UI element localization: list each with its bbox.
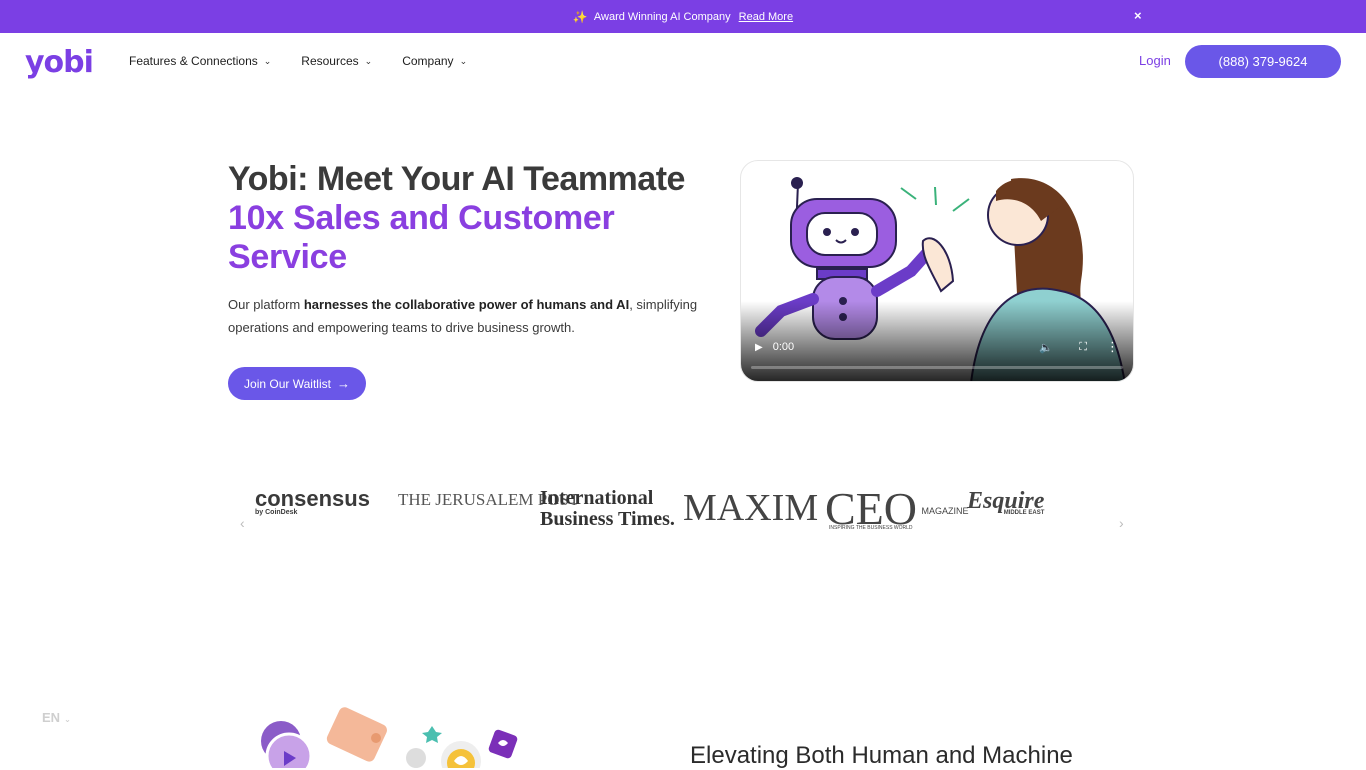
magazine-text: MAGAZINE bbox=[921, 506, 969, 516]
join-waitlist-button[interactable]: Join Our Waitlist → bbox=[228, 367, 366, 400]
chevron-down-icon: ⌄ bbox=[263, 55, 272, 66]
magic-wand-icon: ✨ bbox=[572, 9, 588, 24]
top-nav: yobi Features & Connections ⌄ Resources ⌄ … bbox=[0, 33, 1366, 90]
announcement-bar: ✨ Award Winning AI Company Read More × bbox=[0, 0, 1366, 33]
hero-title: Yobi: Meet Your AI Teammate bbox=[228, 160, 685, 198]
close-icon[interactable]: × bbox=[1134, 8, 1144, 23]
phone-button[interactable]: (888) 379-9624 bbox=[1185, 45, 1341, 78]
chevron-right-icon[interactable]: › bbox=[1119, 515, 1124, 531]
video-progress-bar[interactable] bbox=[751, 366, 1123, 369]
volume-icon[interactable]: 🔈 bbox=[1039, 341, 1053, 354]
menu-label: Resources bbox=[301, 54, 359, 68]
ceo-magazine-logo: CEO MAGAZINE INSPIRING THE BUSINESS WORL… bbox=[825, 482, 969, 534]
hero-video[interactable]: ▶ 0:00 🔈 ⛶ ⋮ bbox=[740, 160, 1134, 382]
announcement-text: Award Winning AI Company bbox=[593, 10, 731, 23]
hero-subtitle: 10x Sales and Customer Service bbox=[228, 199, 615, 276]
hero-description: Our platform harnesses the collaborative… bbox=[228, 293, 698, 339]
video-controls: ▶ 0:00 🔈 ⛶ ⋮ bbox=[741, 327, 1133, 367]
menu-resources[interactable]: Resources ⌄ bbox=[301, 54, 372, 68]
desc-prefix: Our platform bbox=[228, 297, 304, 312]
ceo-tagline: INSPIRING THE BUSINESS WORLD bbox=[829, 525, 913, 531]
maxim-logo: MAXIM bbox=[683, 487, 819, 529]
menu-label: Company bbox=[402, 54, 454, 68]
menu-label: Features & Connections bbox=[129, 54, 258, 68]
feature-illustration bbox=[261, 707, 518, 768]
play-icon[interactable]: ▶ bbox=[755, 342, 763, 353]
main-menu: Features & Connections ⌄ Resources ⌄ Compa… bbox=[129, 54, 497, 68]
chevron-left-icon[interactable]: ‹ bbox=[240, 515, 245, 531]
yobi-logo[interactable]: yobi bbox=[25, 45, 94, 80]
consensus-logo: consensus by CoinDesk bbox=[255, 486, 370, 516]
press-logos: consensus by CoinDesk THE JERUSALEM POST… bbox=[255, 483, 1115, 556]
menu-features-connections[interactable]: Features & Connections ⌄ bbox=[129, 54, 271, 68]
menu-company[interactable]: Company ⌄ bbox=[402, 54, 467, 68]
more-options-icon[interactable]: ⋮ bbox=[1106, 339, 1119, 355]
chevron-down-icon: ⌄ bbox=[64, 715, 71, 724]
section-title: Elevating Both Human and Machine bbox=[690, 742, 1073, 769]
chevron-down-icon: ⌄ bbox=[459, 55, 468, 66]
login-link[interactable]: Login bbox=[1139, 53, 1171, 68]
chevron-down-icon: ⌄ bbox=[364, 55, 373, 66]
ibt-logo: International Business Times. bbox=[540, 487, 675, 530]
fullscreen-icon[interactable]: ⛶ bbox=[1079, 341, 1087, 354]
waitlist-label: Join Our Waitlist bbox=[244, 376, 331, 391]
language-selector[interactable]: EN ⌄ bbox=[42, 710, 71, 725]
read-more-link[interactable]: Read More bbox=[739, 11, 793, 23]
arrow-right-icon: → bbox=[336, 376, 350, 391]
esquire-logo: Esquire MIDDLE EAST bbox=[967, 488, 1044, 516]
video-time: 0:00 bbox=[772, 341, 795, 353]
language-code: EN bbox=[42, 710, 61, 725]
desc-bold: harnesses the collaborative power of hum… bbox=[303, 297, 630, 312]
